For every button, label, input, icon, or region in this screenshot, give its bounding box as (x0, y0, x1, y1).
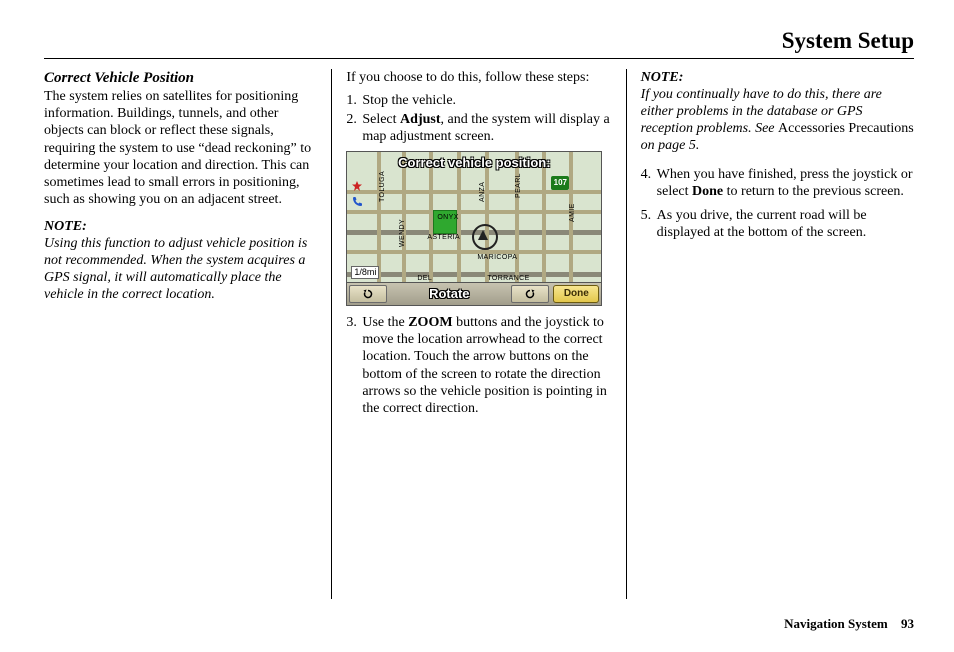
street-label: WENDY (399, 219, 408, 247)
rotate-left-icon (361, 288, 375, 300)
step-text: As you drive, the current road will be d… (657, 207, 914, 241)
street-label: ASTERIA (427, 234, 460, 243)
map-bottom-bar: Rotate Done (347, 282, 601, 305)
text-fragment: buttons and the joystick to move the loc… (362, 315, 607, 415)
street-label: ONYX (437, 214, 458, 223)
rotate-right-icon (523, 288, 537, 300)
step-2: 2. Select Adjust, and the system will di… (346, 111, 619, 145)
bold-term: Adjust (400, 112, 440, 127)
column-2: If you choose to do this, follow these s… (331, 69, 625, 599)
intro-text: If you choose to do this, follow these s… (346, 69, 619, 86)
rotate-left-button[interactable] (349, 285, 387, 303)
step-3: 3. Use the ZOOM buttons and the joystick… (346, 314, 619, 416)
map-screenshot: Correct vehicle position: 107 ONYX ASTER… (346, 151, 602, 306)
street-label: ANZA (479, 182, 488, 202)
step-number: 5. (641, 207, 657, 241)
text-fragment: Use the (362, 315, 408, 330)
step-number: 3. (346, 314, 362, 416)
done-button[interactable]: Done (553, 285, 599, 303)
street-label: AMIE (569, 204, 578, 223)
footer-label: Navigation System (784, 616, 888, 631)
step-text: When you have finished, press the joysti… (657, 166, 914, 200)
street-label: TOLUGA (379, 171, 388, 202)
step-number: 4. (641, 166, 657, 200)
column-1: Correct Vehicle Position The system reli… (44, 69, 331, 599)
step-text: Stop the vehicle. (362, 92, 619, 109)
map-scale: 1/8mi (351, 266, 379, 279)
cross-reference: Accessories Precautions (778, 121, 914, 136)
note-heading: NOTE: (641, 69, 914, 86)
header-rule (44, 58, 914, 59)
note-body: If you continually have to do this, ther… (641, 86, 914, 154)
street-label: MARICOPA (477, 254, 517, 263)
step-4: 4. When you have finished, press the joy… (641, 166, 914, 200)
step-1: 1. Stop the vehicle. (346, 92, 619, 109)
step-text: Use the ZOOM buttons and the joystick to… (362, 314, 619, 416)
body-text: The system relies on satellites for posi… (44, 88, 317, 208)
text-fragment: Select (362, 112, 400, 127)
step-number: 2. (346, 111, 362, 145)
note-body: Using this function to adjust vehicle po… (44, 235, 317, 303)
page-footer: Navigation System 93 (784, 616, 914, 632)
step-text: Select Adjust, and the system will displ… (362, 111, 619, 145)
phone-icon (351, 196, 363, 208)
bold-term: ZOOM (408, 315, 452, 330)
map-title: Correct vehicle position: (398, 155, 550, 171)
text-fragment: on page 5. (641, 138, 700, 153)
star-icon (351, 180, 363, 192)
rotate-label: Rotate (389, 283, 509, 305)
street-label: PEARL (515, 173, 524, 198)
columns: Correct Vehicle Position The system reli… (44, 69, 914, 599)
page-title: System Setup (44, 28, 914, 54)
rotate-right-button[interactable] (511, 285, 549, 303)
page-number: 93 (901, 616, 914, 631)
route-shield-icon: 107 (551, 176, 569, 190)
step-number: 1. (346, 92, 362, 109)
section-heading: Correct Vehicle Position (44, 69, 317, 87)
column-3: NOTE: If you continually have to do this… (626, 69, 914, 599)
step-5: 5. As you drive, the current road will b… (641, 207, 914, 241)
text-fragment: to return to the previous screen. (723, 184, 904, 199)
bold-term: Done (692, 184, 723, 199)
note-heading: NOTE: (44, 218, 317, 235)
